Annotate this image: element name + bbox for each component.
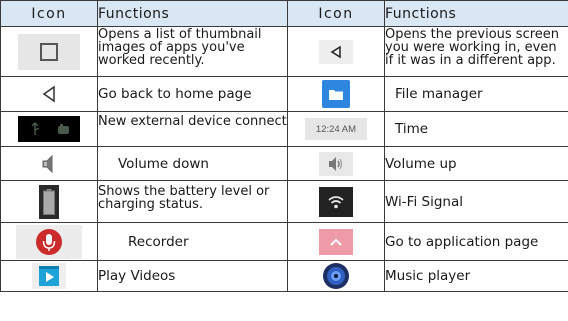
function-text: Go back to home page (97, 76, 288, 112)
table-row: Volume down Volume up (0, 146, 568, 181)
function-text: File manager (384, 76, 568, 112)
function-text: Go to application page (384, 222, 568, 261)
function-text: Volume down (97, 146, 288, 181)
volume-down-icon (35, 149, 63, 179)
table-row: New external device connect 12:24 AM Tim… (0, 111, 568, 147)
home-back-triangle-icon (32, 81, 66, 107)
function-text: New external device connect (97, 111, 288, 147)
clock-text-icon: 12:24 AM (305, 118, 367, 140)
function-text: Shows the battery level or charging stat… (97, 180, 288, 223)
microphone-icon (16, 224, 82, 259)
external-device-icon (18, 116, 80, 142)
function-text: Play Videos (97, 260, 288, 292)
file-manager-icon (322, 80, 350, 108)
icons-functions-table: Icon Functions Icon Functions Opens a li… (0, 0, 568, 292)
function-text: Opens a list of thumbnail images of apps… (97, 26, 288, 77)
function-text: Music player (384, 260, 568, 292)
music-player-icon (319, 262, 353, 290)
wifi-signal-icon (319, 186, 353, 217)
function-text: Wi-Fi Signal (384, 180, 568, 223)
table-row: Play Videos Music player (0, 260, 568, 292)
volume-up-icon (319, 151, 353, 176)
chevron-up-icon (319, 228, 353, 255)
header-functions-1: Functions (97, 0, 288, 27)
header-icon-1: Icon (0, 0, 98, 27)
function-text: Recorder (97, 222, 288, 261)
table-row: Go back to home page File manager (0, 76, 568, 112)
recent-apps-icon (18, 33, 80, 70)
table-row: Shows the battery level or charging stat… (0, 180, 568, 223)
function-text: Time (384, 111, 568, 147)
header-icon-2: Icon (287, 0, 385, 27)
back-triangle-icon (319, 39, 353, 64)
function-text: Volume up (384, 146, 568, 181)
play-videos-icon (32, 263, 66, 289)
header-row: Icon Functions Icon Functions (0, 0, 568, 27)
battery-icon (39, 184, 59, 219)
table-row: Recorder Go to application page (0, 222, 568, 261)
header-functions-2: Functions (384, 0, 568, 27)
table-row: Opens a list of thumbnail images of apps… (0, 26, 568, 77)
function-text: Opens the previous screen you were worki… (384, 26, 568, 77)
